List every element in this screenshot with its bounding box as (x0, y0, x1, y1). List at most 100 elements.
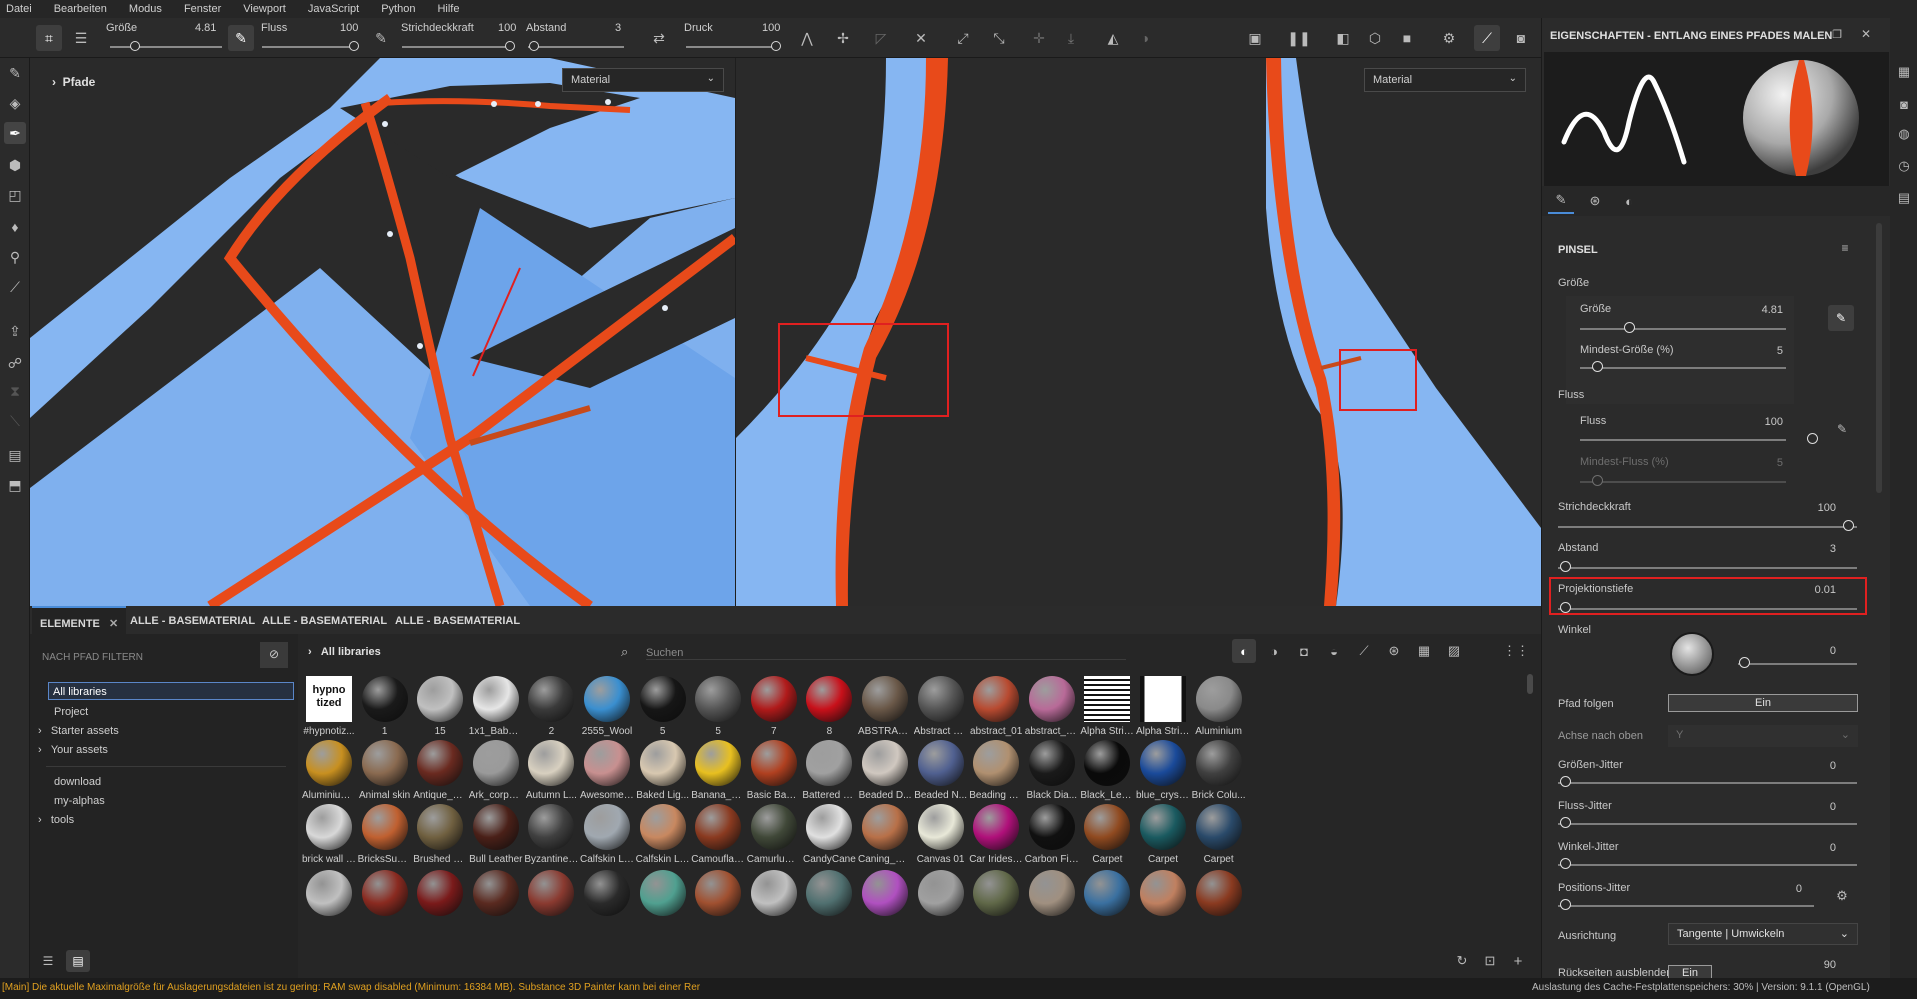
polyfill-icon[interactable]: ◰ (4, 184, 26, 206)
asset-item[interactable]: Aluminium... (302, 740, 356, 801)
filter-materials-icon[interactable]: ◐ (1232, 639, 1256, 663)
asset-thumbnail-partial[interactable] (361, 870, 408, 916)
smudge-icon[interactable]: ♦ (4, 216, 26, 238)
asset-item[interactable]: Banana_Sk... (691, 740, 745, 801)
winkel-jitter-knob[interactable] (1560, 858, 1571, 869)
asset-item[interactable]: Basic Band... (747, 740, 801, 801)
tab-basematerial-2[interactable]: ALLE - BASEMATERIAL (254, 606, 395, 634)
brush-mode-icon[interactable]: ⟋ (1474, 25, 1500, 51)
asset-item[interactable]: Alpha Strip... (1080, 676, 1134, 737)
projektionstiefe-knob[interactable] (1560, 602, 1571, 613)
asset-item[interactable]: Bull Leather (469, 804, 523, 865)
paint-brush-icon[interactable]: ✎ (4, 62, 26, 84)
list-view-icon[interactable]: ☰ (36, 950, 60, 972)
asset-item[interactable]: 1 (358, 676, 412, 737)
abstand-slider[interactable] (1558, 567, 1857, 569)
asset-item[interactable]: 15 (413, 676, 467, 737)
projektionstiefe-slider[interactable] (1558, 608, 1857, 610)
bake-mesh-icon[interactable]: ☍ (4, 352, 26, 374)
positions-jitter-slider[interactable] (1558, 905, 1814, 907)
asset-item[interactable]: 1x1_Baby_... (469, 676, 523, 737)
filter-particles-icon[interactable]: ⊛ (1382, 639, 1406, 663)
move-icon[interactable]: ✛ (1026, 25, 1052, 51)
symmetry-options-icon[interactable]: ◑ (1132, 25, 1158, 51)
asset-item[interactable]: Brick Colu... (1192, 740, 1246, 801)
fluss-pen-pressure-icon[interactable]: ✎ (1832, 419, 1852, 439)
material-select-left[interactable]: Material ⌄ (562, 68, 724, 92)
menu-viewport[interactable]: Viewport (243, 3, 286, 15)
asset-item[interactable]: Abstract W... (914, 676, 968, 737)
asset-thumbnail-partial[interactable] (306, 870, 352, 916)
download-icon[interactable]: ⤓ (1058, 25, 1084, 51)
asset-thumbnail-partial[interactable] (917, 870, 964, 916)
layers-icon[interactable]: ▦ (1894, 62, 1914, 82)
hide-selection-icon[interactable]: ▣ (1242, 25, 1268, 51)
asset-item[interactable]: Beaded D... (858, 740, 912, 801)
fluss-jitter-slider[interactable] (1558, 823, 1857, 825)
add-icon[interactable]: + (1506, 950, 1530, 972)
groesse-slider[interactable] (1580, 328, 1786, 330)
pressure-knob[interactable] (771, 41, 781, 51)
spacing-slider[interactable] (528, 46, 624, 48)
path-add-icon[interactable]: ⋀ (794, 25, 820, 51)
log-icon[interactable]: ▤ (1894, 188, 1914, 208)
ausrichtung-select[interactable]: Tangente | Umwickeln ⌄ (1668, 923, 1858, 945)
preset-menu-icon[interactable]: ≡ (1835, 238, 1855, 258)
path-paint-icon[interactable]: ✒ (4, 122, 26, 144)
asset-item[interactable]: Calfskin Le... (580, 804, 634, 865)
paths-panel-toggle[interactable]: › Pfade (52, 75, 95, 89)
export-icon[interactable]: ⇪ (4, 320, 26, 342)
display-mode-icon[interactable]: ◧ (1330, 25, 1356, 51)
hide-filter-icon[interactable]: ⊘ (260, 642, 288, 668)
strichdeckkraft-slider[interactable] (1558, 526, 1857, 528)
positions-jitter-knob[interactable] (1560, 899, 1571, 910)
asset-item[interactable]: Aluminium (1192, 676, 1246, 737)
asset-item[interactable]: Byzantine ... (524, 804, 578, 865)
asset-item[interactable]: Calfskin Le... (636, 804, 690, 865)
asset-item[interactable]: CandyCane (802, 804, 856, 865)
hourglass-icon[interactable]: ⧗ (4, 380, 26, 402)
min-groesse-slider[interactable] (1580, 367, 1786, 369)
asset-item[interactable]: ABSTRACT ... (858, 676, 912, 737)
asset-thumbnail-partial[interactable] (806, 870, 853, 916)
asset-thumbnail-partial[interactable] (639, 870, 686, 916)
menu-datei[interactable]: Datei (6, 3, 32, 15)
camera-icon[interactable]: ■ (1394, 25, 1420, 51)
gear-icon[interactable]: ⚙ (1832, 886, 1852, 906)
winkel-dial-icon[interactable] (1670, 632, 1714, 676)
abstand-knob[interactable] (1560, 561, 1571, 572)
fluss-knob[interactable] (1807, 433, 1818, 444)
menu-javascript[interactable]: JavaScript (308, 3, 359, 15)
stroke-slider[interactable] (402, 46, 514, 48)
size-knob[interactable] (130, 41, 140, 51)
tree-your-assets[interactable]: › Your assets (38, 744, 288, 756)
asset-item[interactable]: 7 (747, 676, 801, 737)
asset-item[interactable]: Animal skin (358, 740, 412, 801)
asset-item[interactable]: abstract_p... (1025, 676, 1079, 737)
search-input[interactable]: Suchen (646, 647, 1126, 660)
asset-item[interactable]: Alpha Strip... (1136, 676, 1190, 737)
strichdeckkraft-knob[interactable] (1843, 520, 1854, 531)
asset-item[interactable]: hypno tized #hypnotiz... (302, 676, 356, 737)
asset-thumbnail-partial[interactable] (973, 870, 1020, 916)
groessen-jitter-slider[interactable] (1558, 782, 1857, 784)
winkel-knob[interactable] (1739, 657, 1750, 668)
asset-thumbnail-partial[interactable] (862, 870, 908, 916)
viewport-3d[interactable]: › Pfade Material ⌄ (30, 58, 735, 606)
menu-hilfe[interactable]: Hilfe (437, 3, 459, 15)
refresh-icon[interactable]: ↻ (1450, 950, 1474, 972)
bake-icon[interactable]: ⚙ (1436, 25, 1462, 51)
asset-item[interactable]: Camouflag... (691, 804, 745, 865)
asset-item[interactable]: Canvas 01 (914, 804, 968, 865)
asset-item[interactable]: Baked Lig... (636, 740, 690, 801)
detail-view-icon[interactable]: ▤ (66, 950, 90, 972)
asset-item[interactable]: Brushed G... (413, 804, 467, 865)
path-edit-icon[interactable]: ✢ (830, 25, 856, 51)
tab-basematerial-3[interactable]: ALLE - BASEMATERIAL (387, 606, 528, 634)
assets-scrollbar[interactable] (1527, 674, 1533, 694)
texture-set-icon[interactable]: ◙ (1894, 94, 1914, 114)
tree-all-libraries[interactable]: All libraries (48, 682, 294, 700)
asset-thumbnail-partial[interactable] (528, 870, 575, 916)
asset-item[interactable]: AwesomeF... (580, 740, 634, 801)
tree-tools[interactable]: › tools (38, 814, 288, 826)
